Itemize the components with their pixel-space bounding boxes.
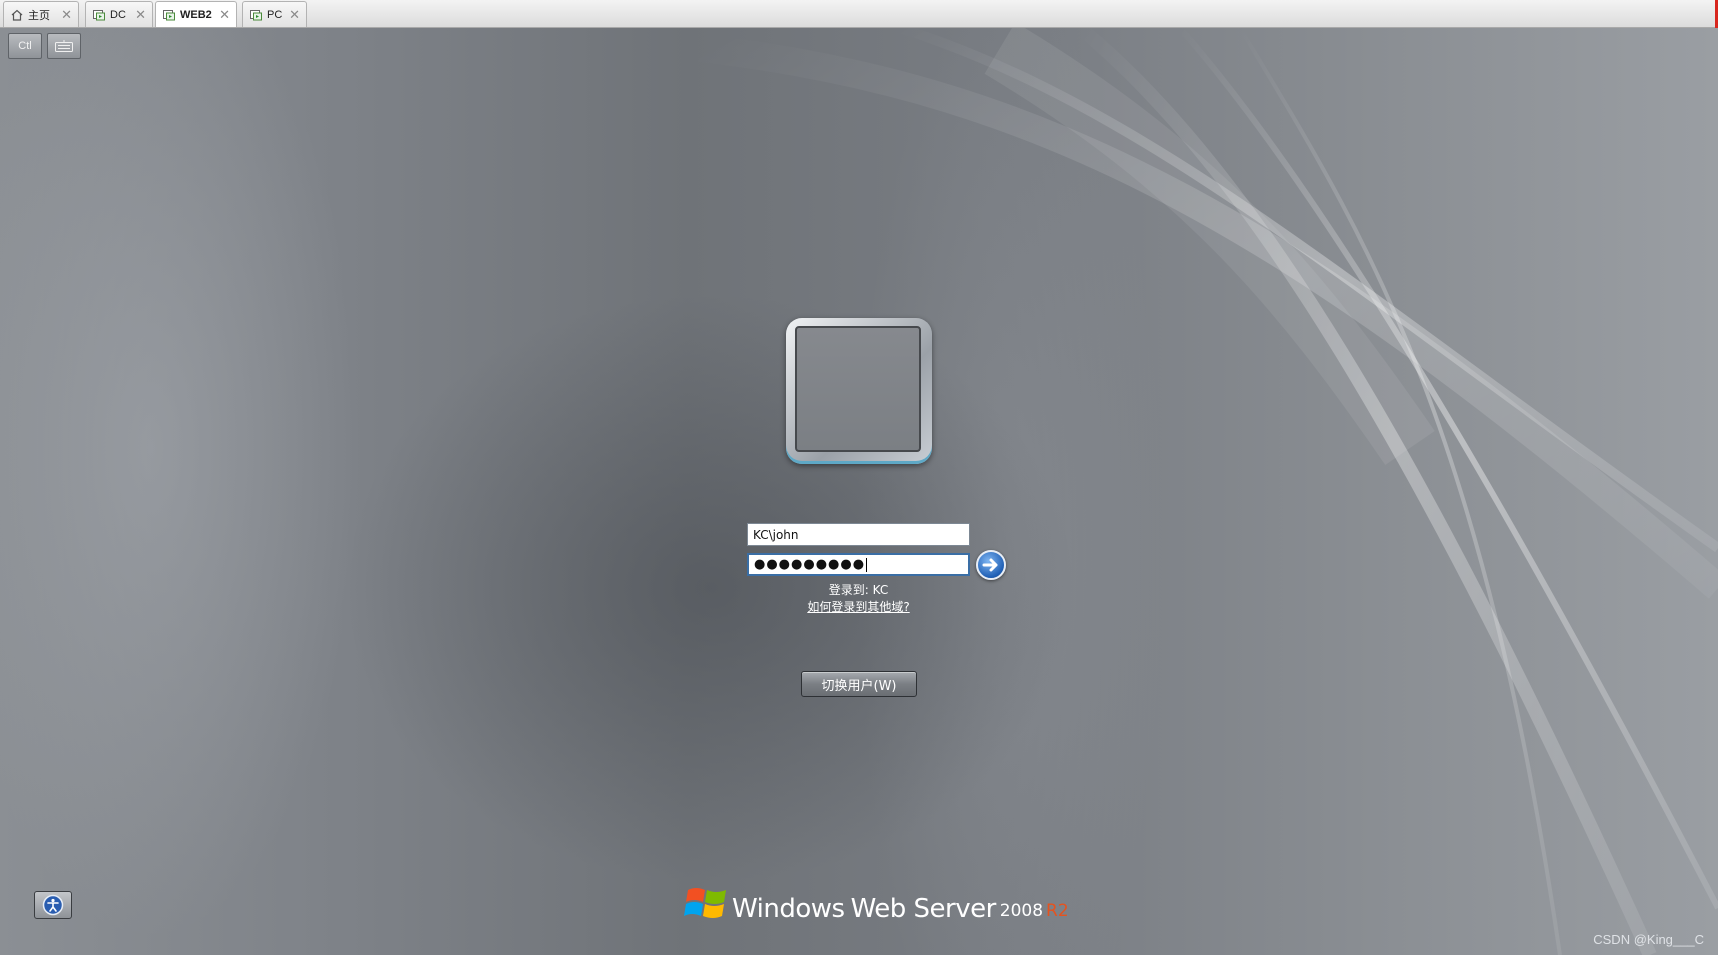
ease-of-access-icon	[42, 894, 64, 916]
tab-pc[interactable]: PC ✕	[242, 1, 307, 27]
password-field[interactable]: ●●●●●●●●●	[747, 553, 970, 576]
tab-label: DC	[110, 8, 126, 21]
text-caret	[866, 557, 868, 572]
vm-icon	[93, 9, 105, 20]
keyboard-icon	[55, 40, 73, 52]
close-icon[interactable]: ✕	[61, 7, 72, 23]
ctrl-alt-del-button[interactable]: Ctl	[8, 33, 42, 59]
watermark-text: CSDN @King___C	[1593, 932, 1704, 947]
switch-user-label: 切换用户(W)	[821, 678, 897, 694]
vm-tab-bar: 主页 ✕ DC ✕ WEB2 ✕ PC ✕	[0, 0, 1718, 28]
ease-of-access-button[interactable]	[34, 891, 72, 919]
tab-home[interactable]: 主页 ✕	[3, 1, 79, 27]
close-icon[interactable]: ✕	[135, 7, 146, 23]
brand-edition: R2	[1046, 901, 1069, 921]
home-icon	[11, 9, 23, 21]
other-domain-link[interactable]: 如何登录到其他域?	[747, 598, 970, 615]
user-picture-frame	[786, 318, 932, 464]
windows-logo-icon	[684, 888, 726, 918]
submit-login-button[interactable]	[976, 550, 1006, 580]
tab-dc[interactable]: DC ✕	[85, 1, 153, 27]
password-value: ●●●●●●●●●	[754, 557, 866, 572]
background-swirl	[698, 28, 1718, 955]
switch-user-button[interactable]: 切换用户(W)	[801, 671, 917, 697]
vm-login-screen: Ctl KC\john ●●●●●●●●● 登录到: KC 如何登录到其他域? …	[0, 28, 1718, 955]
windows-branding: Windows Web Server 2008 R2	[684, 880, 1069, 924]
keyboard-button[interactable]	[47, 33, 81, 59]
tab-label: WEB2	[180, 8, 212, 21]
vm-icon	[250, 9, 262, 20]
tab-label: 主页	[28, 9, 50, 22]
vm-icon	[163, 9, 175, 20]
close-icon[interactable]: ✕	[289, 7, 300, 23]
user-picture	[795, 326, 921, 452]
username-value: KC\john	[753, 527, 799, 542]
username-field[interactable]: KC\john	[747, 523, 970, 546]
tab-web2[interactable]: WEB2 ✕	[155, 1, 237, 27]
ctrl-alt-del-label: Ctl	[18, 40, 32, 52]
tab-label: PC	[267, 8, 283, 21]
close-icon[interactable]: ✕	[219, 7, 230, 23]
arrow-right-icon	[982, 558, 998, 572]
brand-year: 2008	[999, 901, 1044, 921]
login-domain-text: 登录到: KC	[828, 583, 889, 597]
brand-product: Web Server	[850, 894, 997, 924]
brand-windows: Windows	[732, 894, 845, 924]
